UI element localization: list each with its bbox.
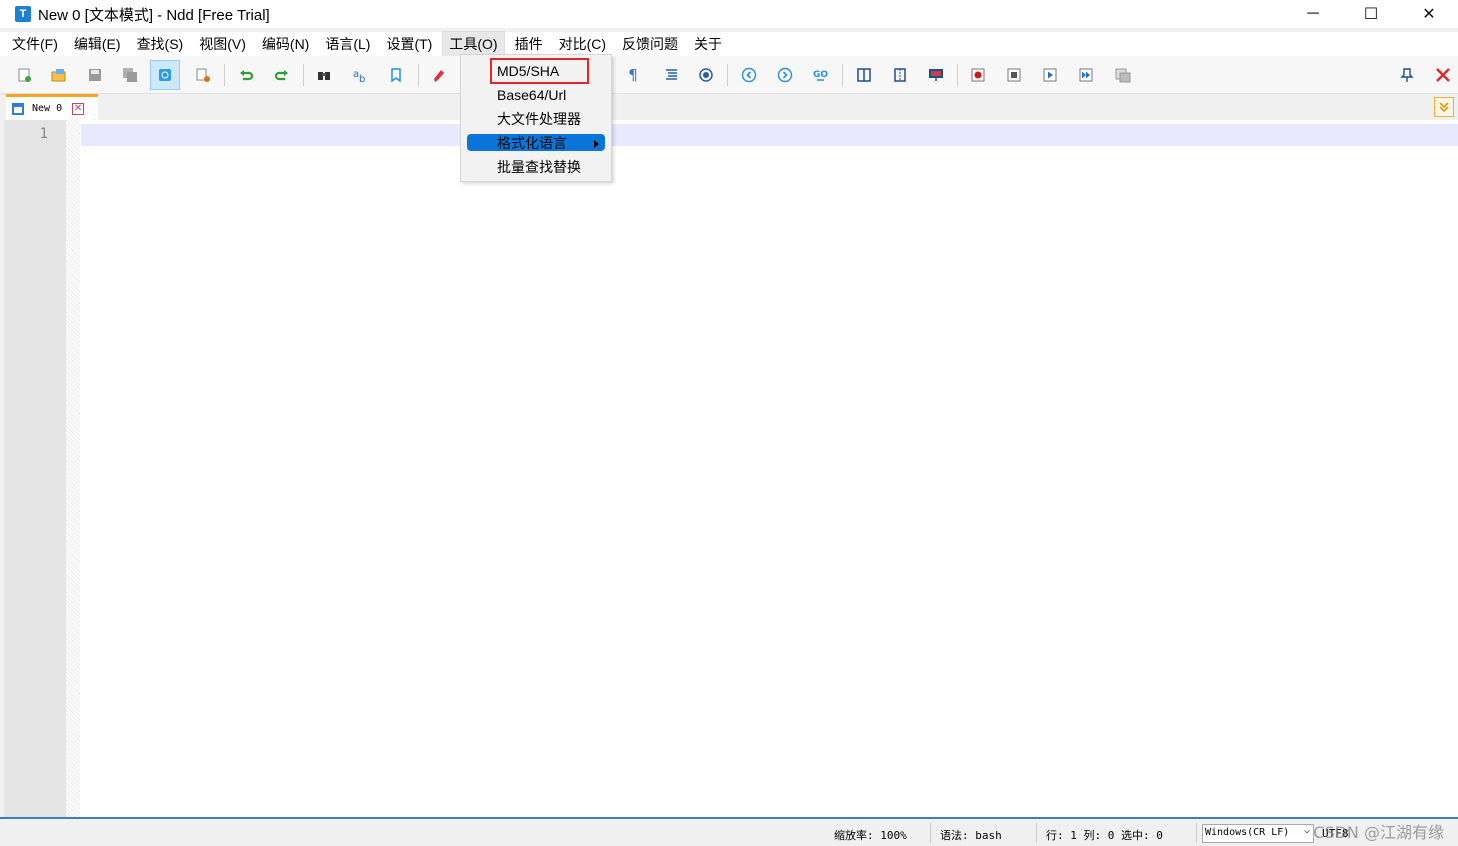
menu-item-large-file[interactable]: 大文件处理器 (467, 108, 605, 130)
status-separator (930, 823, 931, 843)
menu-search[interactable]: 查找(S) (131, 32, 190, 56)
column-view-icon[interactable] (885, 60, 915, 90)
save-icon[interactable] (80, 60, 110, 90)
menu-view[interactable]: 视图(V) (193, 32, 252, 56)
svg-text:GO: GO (813, 70, 828, 80)
menu-compare[interactable]: 对比(C) (553, 32, 612, 56)
window-title: New 0 [文本模式] - Ndd [Free Trial] (38, 6, 270, 24)
watermark-text: CSDN @江湖有缘 (1313, 823, 1444, 842)
redo-icon[interactable] (267, 60, 297, 90)
syntax-status: 语法: bash (940, 829, 1002, 842)
chevron-down-icon: ⌵ (1303, 825, 1310, 836)
menu-plugins[interactable]: 插件 (509, 32, 549, 56)
stop-macro-icon[interactable] (999, 60, 1029, 90)
app-window: T New 0 [文本模式] - Ndd [Free Trial] ─ ☐ ✕ … (0, 0, 1458, 846)
line-ending-value: Windows(CR LF) (1205, 827, 1290, 838)
menu-file[interactable]: 文件(F) (6, 32, 64, 56)
menu-settings[interactable]: 设置(T) (380, 32, 438, 56)
tab-new-0[interactable]: New 0 ✕ (6, 94, 98, 120)
document-tab-icon (12, 102, 24, 115)
pin-icon[interactable] (1392, 60, 1422, 90)
status-separator (1036, 823, 1037, 843)
show-symbols-icon[interactable]: ¶ (618, 60, 648, 90)
current-line-highlight (81, 124, 1458, 146)
new-file-icon[interactable] (9, 60, 39, 90)
menu-item-batch-replace[interactable]: 批量查找替换 (467, 156, 605, 178)
title-bar: T New 0 [文本模式] - Ndd [Free Trial] ─ ☐ ✕ (0, 0, 1458, 28)
zoom-status: 缩放率: 100% (834, 829, 907, 842)
maximize-button[interactable]: ☐ (1342, 0, 1400, 28)
toolbar: ab ¶ GO (0, 56, 1458, 94)
tab-label: New 0 (32, 103, 63, 114)
cursor-position-status: 行: 1 列: 0 选中: 0 (1046, 829, 1163, 842)
menu-edit[interactable]: 编辑(E) (68, 32, 127, 56)
line-number: 1 (39, 126, 48, 142)
goto-icon[interactable]: GO (806, 60, 836, 90)
save-macro-icon[interactable] (1108, 60, 1138, 90)
split-view-icon[interactable] (849, 60, 879, 90)
prev-icon[interactable] (734, 60, 764, 90)
tab-close-icon[interactable]: ✕ (72, 102, 85, 115)
undo-icon[interactable] (231, 60, 261, 90)
status-separator (1196, 823, 1197, 843)
menu-bar: 文件(F) 编辑(E) 查找(S) 视图(V) 编码(N) 语言(L) 设置(T… (0, 31, 1458, 57)
close-window-button[interactable]: ✕ (1400, 0, 1458, 28)
clear-icon[interactable] (424, 60, 454, 90)
minimize-button[interactable]: ─ (1284, 0, 1342, 28)
wrap-icon[interactable] (691, 60, 721, 90)
toolbar-separator (418, 64, 419, 86)
play-macro-icon[interactable] (1035, 60, 1065, 90)
menu-feedback[interactable]: 反馈问题 (616, 32, 684, 56)
indent-guide-icon[interactable] (656, 60, 686, 90)
tab-bar: New 0 ✕ (0, 94, 1458, 120)
save-all-icon[interactable] (115, 60, 145, 90)
close-app-icon[interactable] (1428, 60, 1458, 90)
bookmark-icon[interactable] (381, 60, 411, 90)
app-logo-icon: T (15, 6, 31, 22)
menu-encoding[interactable]: 编码(N) (256, 32, 315, 56)
tools-dropdown-menu: MD5/SHA Base64/Url 大文件处理器 格式化语言 批量查找替换 (460, 54, 612, 182)
record-macro-icon[interactable] (963, 60, 993, 90)
menu-item-format-language-label: 格式化语言 (497, 134, 567, 151)
editor-area[interactable]: 1 (4, 120, 1458, 817)
status-bar: 缩放率: 100% 语法: bash 行: 1 列: 0 选中: 0 Windo… (0, 817, 1458, 846)
toolbar-separator (303, 64, 304, 86)
line-number-gutter: 1 (4, 120, 66, 817)
window-controls: ─ ☐ ✕ (1284, 0, 1458, 28)
monitor-icon[interactable] (921, 60, 951, 90)
toolbar-separator (224, 64, 225, 86)
open-file-icon[interactable] (44, 60, 74, 90)
submenu-arrow-icon (594, 140, 599, 148)
toolbar-separator (727, 64, 728, 86)
menu-about[interactable]: 关于 (688, 32, 728, 56)
svg-text:b: b (359, 74, 365, 83)
run-macro-multi-icon[interactable] (1071, 60, 1101, 90)
menu-item-format-language[interactable]: 格式化语言 (467, 134, 605, 151)
text-mode-icon[interactable] (150, 60, 180, 90)
toolbar-separator (842, 64, 843, 86)
menu-item-md5-sha[interactable]: MD5/SHA (490, 58, 589, 84)
toolbar-separator (957, 64, 958, 86)
line-ending-select[interactable]: Windows(CR LF) ⌵ (1202, 824, 1314, 843)
menu-language[interactable]: 语言(L) (319, 32, 376, 56)
find-icon[interactable] (309, 60, 339, 90)
fold-margin[interactable] (66, 120, 80, 817)
close-file-icon[interactable] (188, 60, 218, 90)
next-icon[interactable] (770, 60, 800, 90)
menu-item-base64-url[interactable]: Base64/Url (467, 84, 605, 106)
replace-icon[interactable]: ab (345, 60, 375, 90)
tab-list-chevron-icon[interactable] (1434, 97, 1454, 117)
